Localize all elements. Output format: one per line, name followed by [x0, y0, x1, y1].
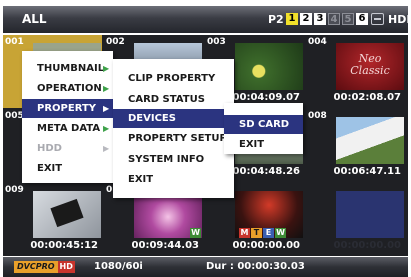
clip-image [235, 43, 303, 90]
clip-image [336, 191, 404, 238]
menu-item-clip-property[interactable]: CLIP PROPERTY [113, 69, 234, 88]
menu-item-system-info[interactable]: SYSTEM INFO [113, 150, 234, 169]
menu-item-meta-data[interactable]: META DATA ▶ [22, 119, 113, 138]
clip-duration: Dur : 00:00:30.03 [206, 261, 305, 272]
menu-item-card-status[interactable]: CARD STATUS [113, 90, 234, 109]
slot-1-indicator[interactable]: 1 [286, 13, 298, 25]
submenu-arrow-icon: ▶ [103, 64, 110, 73]
badge-m: M [239, 228, 250, 238]
camera-shape [50, 198, 84, 228]
menu-item-exit[interactable]: EXIT [22, 159, 113, 178]
bottom-status-bar: DVCPRO HD 1080/60i Dur : 00:00:30.03 [3, 257, 408, 277]
clip-image: Neo Classic [336, 43, 404, 90]
main-menu: THUMBNAIL ▶ OPERATION ▶ PROPERTY ▶ META DAT… [22, 51, 113, 183]
clip-thumbnail[interactable]: 012 00:00:00.00 [306, 183, 405, 256]
clip-timecode: 00:02:08.07 [333, 92, 401, 103]
codec-hd: HD [57, 261, 75, 273]
codec-badge: DVCPRO HD [14, 261, 75, 273]
clip-timecode: 00:00:00.00 [232, 240, 300, 251]
slot-4-indicator: 4 [328, 13, 340, 25]
clip-thumb-text: Neo Classic [350, 52, 390, 77]
badge-e: E [263, 228, 274, 238]
menu-item-thumbnail[interactable]: THUMBNAIL ▶ [22, 59, 113, 78]
property-submenu: CLIP PROPERTY CARD STATUS DEVICES PROPER… [113, 59, 234, 198]
submenu-arrow-icon: ▶ [103, 124, 110, 133]
badge-w: W [275, 228, 286, 238]
clip-thumbnail[interactable]: 008 00:06:47.11 [306, 109, 405, 182]
clip-thumbnail[interactable]: 009 00:00:45:12 [3, 183, 102, 256]
badge-w: W [190, 228, 201, 238]
clip-timecode: 00:00:00.00 [333, 240, 401, 251]
menu-item-label: EXIT [37, 163, 63, 174]
clip-number: 005 [5, 111, 24, 121]
menu-item-label: HDD [37, 143, 62, 154]
clip-number: 004 [308, 37, 327, 47]
top-status-bar: ALL P2 1 2 3 4 5 HDD 6 [3, 6, 411, 33]
submenu-arrow-icon: ▶ [103, 144, 110, 153]
menu-item-operation[interactable]: OPERATION ▶ [22, 79, 113, 98]
slot-2-indicator[interactable]: 2 [300, 13, 312, 25]
menu-item-label: THUMBNAIL [37, 63, 105, 74]
clip-badges: M T E W [239, 228, 286, 238]
badge-t: T [251, 228, 262, 238]
slot-6-indicator[interactable]: 6 [356, 13, 368, 25]
devices-submenu: SD CARD EXIT [224, 103, 303, 154]
video-format: 1080/60i [94, 261, 143, 272]
clip-number: 001 [5, 37, 24, 47]
clip-number: 002 [106, 37, 125, 47]
codec-name: DVCPRO [14, 261, 58, 273]
menu-item-sd-card[interactable]: SD CARD [224, 115, 303, 134]
hdd-label: HDD [388, 13, 411, 26]
clip-timecode: 00:06:47.11 [333, 166, 401, 177]
clip-timecode: 00:09:44.03 [131, 240, 199, 251]
clip-number: 009 [5, 185, 24, 195]
p2-slot-label: P2 [268, 13, 284, 26]
clip-badges: W [190, 228, 201, 238]
menu-item-exit[interactable]: EXIT [224, 135, 303, 154]
clip-number: 003 [207, 37, 226, 47]
hdd-icon [371, 13, 384, 25]
clip-image [33, 191, 101, 238]
submenu-arrow-icon: ▶ [103, 84, 110, 93]
view-mode-label: ALL [22, 12, 47, 26]
clip-image [336, 117, 404, 164]
slot-3-indicator[interactable]: 3 [314, 13, 326, 25]
menu-item-label: PROPERTY [37, 103, 97, 114]
clip-thumbnail[interactable]: 004 Neo Classic 00:02:08.07 [306, 35, 405, 108]
menu-item-hdd: HDD ▶ [22, 139, 113, 158]
menu-item-devices[interactable]: DEVICES [113, 109, 234, 128]
menu-item-exit[interactable]: EXIT [113, 170, 234, 189]
clip-number: 008 [308, 111, 327, 121]
menu-item-property-setup[interactable]: PROPERTY SETUP [113, 129, 234, 148]
slot-5-indicator: 5 [342, 13, 354, 25]
submenu-arrow-icon: ▶ [103, 104, 110, 113]
clip-timecode: 00:00:45:12 [30, 240, 98, 251]
menu-item-label: META DATA [37, 123, 101, 134]
clip-thumbnail-screen: ALL P2 1 2 3 4 5 HDD 6 001 002 003 00:04… [0, 0, 411, 277]
menu-item-label: OPERATION [37, 83, 102, 94]
menu-item-property[interactable]: PROPERTY ▶ [22, 99, 113, 118]
